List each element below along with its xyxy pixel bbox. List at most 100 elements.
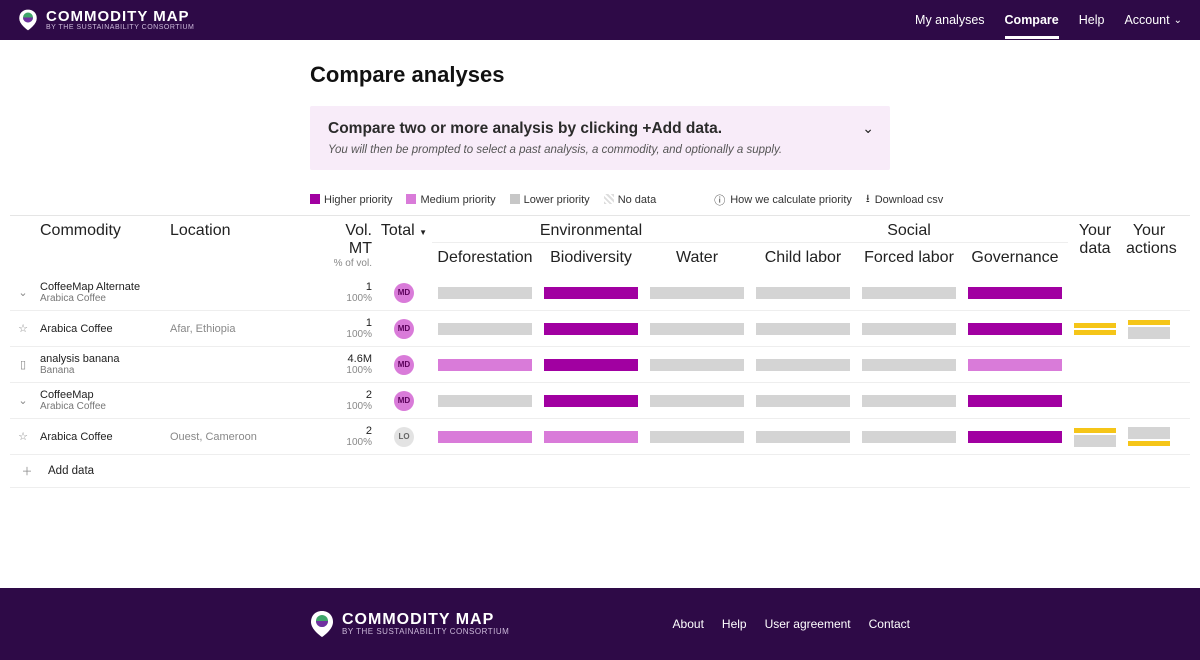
plus-icon: ＋ (14, 463, 40, 479)
priority-bar-cell (644, 284, 750, 302)
priority-bar-cell (432, 284, 538, 302)
priority-bar (544, 395, 638, 407)
commodity-cell[interactable]: analysis bananaBanana (36, 351, 166, 378)
commodity-cell[interactable]: CoffeeMapArabica Coffee (36, 387, 166, 414)
priority-bar (862, 323, 956, 335)
footer-user-agreement[interactable]: User agreement (765, 617, 851, 631)
priority-badge: MD (394, 283, 414, 303)
document-icon[interactable]: ▯ (10, 358, 36, 371)
footer-brand[interactable]: COMMODITY MAP BY THE SUSTAINABILITY CONS… (310, 610, 509, 638)
priority-bar-cell (962, 320, 1068, 338)
col-child-labor[interactable]: Child labor (750, 243, 856, 273)
priority-bar (650, 359, 744, 371)
col-vol[interactable]: Vol. MT (320, 222, 372, 258)
priority-bar (438, 359, 532, 371)
col-governance[interactable]: Governance (962, 243, 1068, 273)
priority-bar (544, 287, 638, 299)
col-your-data[interactable]: Your data (1068, 216, 1122, 275)
priority-bar (650, 431, 744, 443)
legend-nodata: No data (604, 194, 657, 206)
brand-subtitle: BY THE SUSTAINABILITY CONSORTIUM (46, 24, 194, 31)
priority-bar-cell (750, 392, 856, 410)
your-actions-cell (1122, 291, 1176, 295)
swatch-higher (310, 194, 320, 204)
priority-bar-cell (856, 284, 962, 302)
priority-bar-cell (432, 320, 538, 338)
legend-row: Higher priority Medium priority Lower pr… (310, 190, 1200, 209)
table-body: ⌄CoffeeMap AlternateArabica Coffee1100%M… (10, 275, 1190, 455)
banner-toggle[interactable]: ⌄ (862, 120, 874, 137)
priority-bar (438, 323, 532, 335)
commodity-cell[interactable]: Arabica Coffee (36, 321, 166, 337)
your-data-bar (1074, 323, 1116, 328)
brand[interactable]: COMMODITY MAP BY THE SUSTAINABILITY CONS… (18, 8, 194, 32)
priority-bar-cell (432, 428, 538, 446)
your-actions-cell (1122, 363, 1176, 367)
priority-bar-cell (962, 284, 1068, 302)
how-we-calculate-link[interactable]: ⓘHow we calculate priority (714, 192, 852, 208)
your-data-cell (1068, 363, 1122, 367)
priority-bar-cell (538, 428, 644, 446)
priority-bar (650, 395, 744, 407)
priority-bar (438, 431, 532, 443)
brand-title: COMMODITY MAP (46, 9, 194, 24)
priority-bar-cell (432, 392, 538, 410)
location-cell: Ouest, Cameroon (166, 429, 316, 445)
download-csv-link[interactable]: ⭳Download csv (866, 190, 943, 209)
total-badge-cell: MD (376, 389, 432, 413)
col-deforestation[interactable]: Deforestation (432, 243, 538, 273)
col-commodity[interactable]: Commodity (36, 216, 166, 275)
location-cell (166, 399, 316, 403)
nav-help[interactable]: Help (1079, 13, 1105, 27)
footer-links: About Help User agreement Contact (673, 617, 910, 631)
priority-bar-cell (644, 356, 750, 374)
priority-bar (438, 287, 532, 299)
priority-bar (862, 431, 956, 443)
expand-icon[interactable]: ⌄ (10, 394, 36, 407)
legend-higher: Higher priority (310, 194, 392, 206)
nav-account[interactable]: Account ⌄ (1124, 13, 1182, 27)
priority-bar-cell (644, 428, 750, 446)
your-actions-cell (1122, 316, 1176, 342)
priority-bar-cell (750, 320, 856, 338)
col-location[interactable]: Location (166, 216, 316, 275)
star-icon[interactable]: ☆ (10, 430, 36, 443)
commodity-cell[interactable]: CoffeeMap AlternateArabica Coffee (36, 279, 166, 306)
footer-contact[interactable]: Contact (869, 617, 910, 631)
priority-bar-cell (644, 392, 750, 410)
priority-bar-cell (432, 356, 538, 374)
priority-badge: MD (394, 319, 414, 339)
priority-bar (756, 323, 850, 335)
total-badge-cell: LO (376, 425, 432, 449)
col-water[interactable]: Water (644, 243, 750, 273)
add-data-row[interactable]: ＋ Add data (10, 455, 1190, 488)
footer-help[interactable]: Help (722, 617, 747, 631)
nav-compare[interactable]: Compare (1005, 13, 1059, 39)
priority-bar-cell (538, 392, 644, 410)
priority-bar (968, 359, 1062, 371)
star-icon[interactable]: ☆ (10, 322, 36, 335)
priority-bar (544, 359, 638, 371)
footer-brand-title: COMMODITY MAP (342, 612, 509, 628)
col-biodiversity[interactable]: Biodiversity (538, 243, 644, 273)
priority-bar-cell (856, 356, 962, 374)
your-data-bar (1074, 428, 1116, 433)
col-your-actions[interactable]: Your actions (1122, 216, 1176, 275)
banner-title: Compare two or more analysis by clicking… (328, 120, 872, 138)
top-header: COMMODITY MAP BY THE SUSTAINABILITY CONS… (0, 0, 1200, 40)
col-total[interactable]: Total ▼ (376, 216, 432, 275)
footer-about[interactable]: About (673, 617, 704, 631)
total-badge-cell: MD (376, 353, 432, 377)
your-data-bar (1074, 330, 1116, 335)
priority-bar (756, 359, 850, 371)
info-icon: ⓘ (714, 192, 725, 208)
your-actions-cell (1122, 399, 1176, 403)
banner-subtitle: You will then be prompted to select a pa… (328, 144, 872, 156)
your-actions-cell (1122, 424, 1176, 450)
priority-badge: MD (394, 391, 414, 411)
expand-icon[interactable]: ⌄ (10, 286, 36, 299)
col-forced-labor[interactable]: Forced labor (856, 243, 962, 273)
nav-my-analyses[interactable]: My analyses (915, 13, 984, 27)
commodity-cell[interactable]: Arabica Coffee (36, 429, 166, 445)
swatch-lower (510, 194, 520, 204)
